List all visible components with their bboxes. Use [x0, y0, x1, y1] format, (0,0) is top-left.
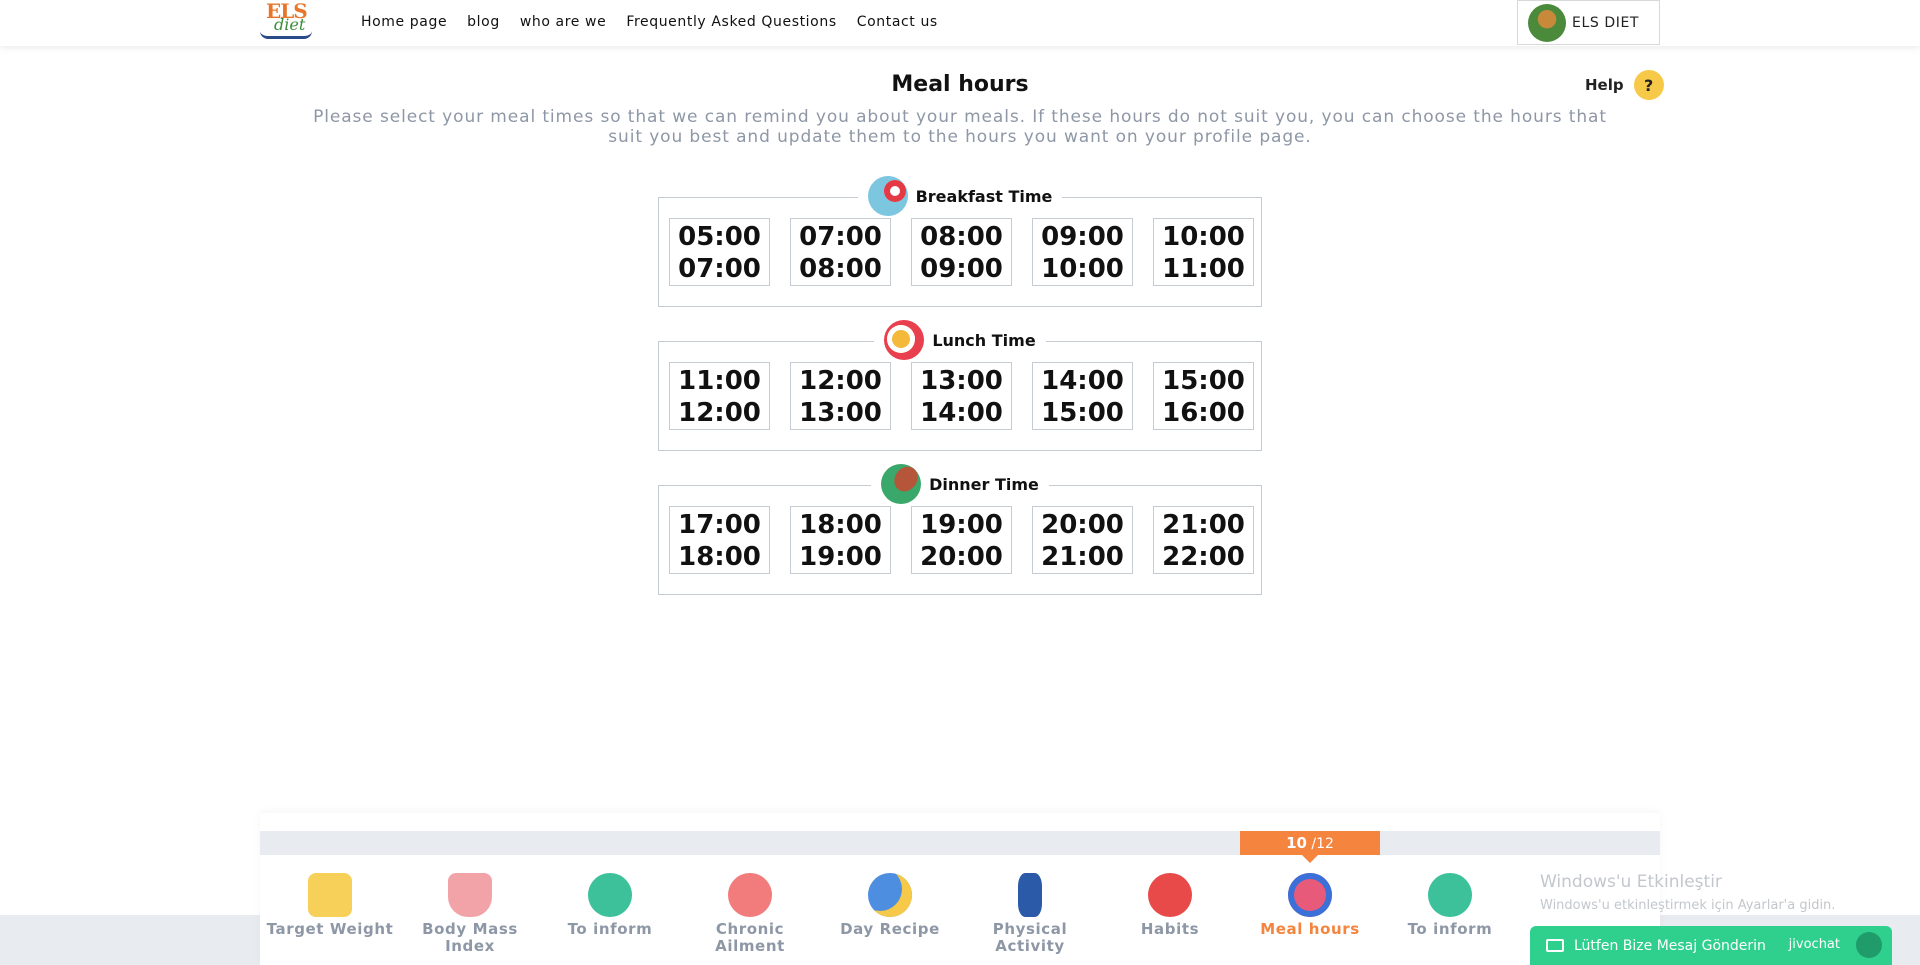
chat-label: Lütfen Bize Mesaj Gönderin [1574, 937, 1766, 954]
main-nav: Home page blog who are we Frequently Ask… [361, 14, 938, 30]
lunch-group: Lunch Time 11:00 12:00 12:00 13:00 13:00 14… [658, 320, 1262, 451]
question-icon: ? [1633, 70, 1664, 100]
step-target-weight[interactable]: Target Weight [260, 873, 400, 955]
time-slot[interactable]: 11:00 12:00 [669, 362, 770, 430]
dinner-group: Dinner Time 17:00 18:00 18:00 19:00 19:00 2… [658, 464, 1262, 595]
group-label: Lunch Time [932, 330, 1036, 350]
time-slot[interactable]: 21:00 22:00 [1153, 506, 1254, 574]
breakfast-group: Breakfast Time 05:00 07:00 07:00 08:00 08:… [658, 176, 1262, 307]
step-chronic-ailment[interactable]: Chronic Ailment [680, 873, 820, 955]
step-to-inform[interactable]: To inform [540, 873, 680, 955]
soup-bowl-icon [884, 320, 925, 360]
els-diet-logo[interactable]: ELS diet [258, 0, 314, 43]
body-icon [448, 873, 492, 917]
time-slot[interactable]: 18:00 19:00 [790, 506, 891, 574]
time-slot[interactable]: 19:00 20:00 [911, 506, 1012, 574]
time-slot[interactable]: 13:00 14:00 [911, 362, 1012, 430]
time-slot[interactable]: 08:00 09:00 [911, 218, 1012, 286]
steps-panel: 10 /12 Target Weight Body Mass Index To … [260, 813, 1660, 965]
time-slot[interactable]: 12:00 13:00 [790, 362, 891, 430]
nav-home[interactable]: Home page [361, 14, 447, 30]
step-habits[interactable]: Habits [1100, 873, 1240, 955]
time-slot[interactable]: 09:00 10:00 [1032, 218, 1133, 286]
nav-contact[interactable]: Contact us [857, 14, 938, 30]
info-icon [588, 873, 632, 917]
group-label: Dinner Time [929, 474, 1039, 494]
time-slot[interactable]: 10:00 11:00 [1153, 218, 1254, 286]
step-meal-hours[interactable]: Meal hours [1240, 873, 1380, 955]
chat-bot-icon [1856, 932, 1882, 958]
help-label: Help [1585, 76, 1624, 94]
clock-icon [1288, 873, 1332, 917]
user-name: ELS DIET [1572, 14, 1640, 31]
drumstick-icon [881, 464, 922, 504]
step-body-mass-index[interactable]: Body Mass Index [400, 873, 540, 955]
faces-icon [1148, 873, 1192, 917]
exercise-icon [1018, 873, 1042, 917]
chat-button[interactable]: Lütfen Bize Mesaj Gönderin jivochat [1530, 926, 1892, 965]
time-slot[interactable]: 14:00 15:00 [1032, 362, 1133, 430]
time-slot[interactable]: 20:00 21:00 [1032, 506, 1133, 574]
top-header: ELS diet Home page blog who are we Frequ… [0, 0, 1920, 46]
sun-moon-icon [868, 873, 912, 917]
progress-badge: 10 /12 [1240, 831, 1380, 863]
nav-blog[interactable]: blog [467, 14, 500, 30]
time-slot[interactable]: 15:00 16:00 [1153, 362, 1254, 430]
info-icon [1428, 873, 1472, 917]
progress-track [260, 831, 1660, 855]
step-day-recipe[interactable]: Day Recipe [820, 873, 960, 955]
windows-activation-title: Windows'u Etkinleştir [1540, 872, 1722, 892]
time-slot[interactable]: 17:00 18:00 [669, 506, 770, 574]
time-slot[interactable]: 07:00 08:00 [790, 218, 891, 286]
steps-list: Target Weight Body Mass Index To inform … [260, 873, 1660, 955]
time-slot[interactable]: 05:00 07:00 [669, 218, 770, 286]
windows-activation-subtitle: Windows'u etkinleştirmek için Ayarlar'a … [1540, 898, 1836, 913]
chat-brand: jivochat [1788, 937, 1840, 952]
nav-who-are-we[interactable]: who are we [520, 14, 607, 30]
page-subtitle: Please select your meal times so that we… [313, 107, 1607, 147]
mail-icon [1546, 939, 1564, 952]
avatar [1528, 3, 1566, 42]
step-physical-activity[interactable]: Physical Activity [960, 873, 1100, 955]
help-button[interactable]: Help ? [1585, 70, 1664, 100]
step-to-inform-2[interactable]: To inform [1380, 873, 1520, 955]
group-label: Breakfast Time [915, 186, 1053, 206]
plate-icon [260, 31, 312, 39]
user-menu[interactable]: ELS DIET [1517, 0, 1660, 45]
fried-egg-icon [867, 176, 908, 216]
scale-icon [308, 873, 352, 917]
nav-faq[interactable]: Frequently Asked Questions [626, 14, 836, 30]
heart-hand-icon [728, 873, 772, 917]
